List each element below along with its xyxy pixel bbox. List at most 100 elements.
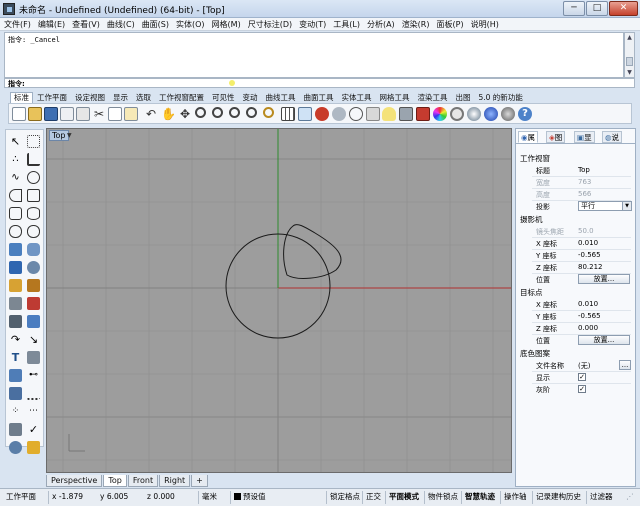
array-icon[interactable] <box>27 351 40 364</box>
tab-top[interactable]: Top <box>103 475 127 487</box>
top-viewport[interactable]: Top ▼ <box>46 128 512 473</box>
history-icon[interactable] <box>9 423 22 436</box>
menu-dimension[interactable]: 尺寸标注(D) <box>244 18 295 31</box>
undo-icon[interactable]: ↶ <box>144 107 158 121</box>
toggle-grid-snap[interactable]: 锁定格点 <box>326 491 360 504</box>
trim-icon[interactable]: ↷ <box>9 333 22 346</box>
split-icon[interactable]: ↘ <box>27 333 40 346</box>
tab-solid-tools[interactable]: 实体工具 <box>338 92 376 103</box>
tab-render-tools[interactable]: 渲染工具 <box>414 92 452 103</box>
tab-display[interactable]: 显示 <box>109 92 132 103</box>
menu-panels[interactable]: 面板(P) <box>433 18 467 31</box>
menu-surface[interactable]: 曲面(S) <box>138 18 172 31</box>
menu-help[interactable]: 说明(H) <box>467 18 502 31</box>
target-z-value[interactable]: 0.000 <box>578 324 598 332</box>
block-icon[interactable] <box>9 387 22 400</box>
toggle-filter[interactable]: 过滤器 <box>586 491 613 504</box>
tab-layers[interactable]: ◈图 <box>546 131 566 143</box>
command-history-scrollbar[interactable]: ▲ ▼ <box>624 32 635 78</box>
extrude-icon[interactable] <box>9 279 22 292</box>
toggle-osnap[interactable]: 物件锁点 <box>424 491 458 504</box>
tab-transform[interactable]: 变动 <box>239 92 262 103</box>
paste-icon[interactable] <box>124 107 138 121</box>
tab-front[interactable]: Front <box>127 475 159 487</box>
rotate-view-icon[interactable]: ✥ <box>178 107 192 121</box>
four-viewports-icon[interactable] <box>298 107 312 121</box>
fillet-curves-icon[interactable] <box>27 225 40 238</box>
viewport-menu-chevron-down-icon[interactable]: ▼ <box>67 132 72 139</box>
mesh-icon[interactable] <box>9 297 22 310</box>
move-icon[interactable] <box>27 315 40 328</box>
maximize-button[interactable]: □ <box>586 1 608 16</box>
tab-set-view[interactable]: 设定视图 <box>71 92 109 103</box>
render-sphere-icon[interactable] <box>450 107 464 121</box>
surface-icon[interactable] <box>9 243 22 256</box>
ellipse-icon[interactable] <box>27 207 40 220</box>
menu-curve[interactable]: 曲线(C) <box>103 18 138 31</box>
paint-bucket-icon[interactable] <box>27 441 40 454</box>
toggle-planar[interactable]: 平面模式 <box>385 491 419 504</box>
zoom-window-icon[interactable] <box>212 107 223 118</box>
point-icon[interactable]: ∴ <box>9 153 22 166</box>
scroll-down-arrow-icon[interactable]: ▼ <box>626 69 633 76</box>
menu-analyze[interactable]: 分析(A) <box>363 18 398 31</box>
tab-standard[interactable]: 标准 <box>10 92 33 103</box>
zoom-extents-icon[interactable] <box>229 107 240 118</box>
cut-icon[interactable]: ✂ <box>92 107 106 121</box>
target-x-value[interactable]: 0.010 <box>578 300 598 308</box>
command-input[interactable] <box>35 80 625 87</box>
material-sphere-icon[interactable] <box>467 107 481 121</box>
toggle-ortho[interactable]: 正交 <box>362 491 381 504</box>
tab-display[interactable]: ▣显 <box>574 131 595 143</box>
layer-icon[interactable] <box>416 107 430 121</box>
lock-icon[interactable] <box>399 107 413 121</box>
viewport-title-label[interactable]: Top <box>49 130 69 141</box>
select-window-icon[interactable] <box>27 135 40 148</box>
zoom-icon[interactable] <box>195 107 206 118</box>
resize-grip-icon[interactable]: ⋰ <box>626 491 634 504</box>
toggle-smarttrack[interactable]: 智慧轨迹 <box>461 491 495 504</box>
zoom-selected-icon[interactable] <box>246 107 257 118</box>
print-icon[interactable] <box>60 107 74 121</box>
target-y-value[interactable]: -0.565 <box>578 312 601 320</box>
render-tool-icon[interactable] <box>9 441 22 454</box>
text-icon[interactable]: T <box>9 351 22 364</box>
curve-icon[interactable]: ∿ <box>9 171 22 184</box>
menu-solid[interactable]: 实体(O) <box>172 18 208 31</box>
cylinder-solid-icon[interactable] <box>27 261 40 274</box>
status-cplane[interactable]: 工作平面 <box>6 491 36 504</box>
tab-new-in-v5[interactable]: 5.0 的新功能 <box>475 92 527 103</box>
viewport-layout-icon[interactable] <box>281 107 295 121</box>
tab-viewport-layout[interactable]: 工作视窗配置 <box>155 92 208 103</box>
camera-x-value[interactable]: 0.010 <box>578 239 598 247</box>
status-layer[interactable]: 预设值 <box>230 491 266 504</box>
boolean-icon[interactable] <box>27 279 40 292</box>
car-render-icon[interactable] <box>315 107 329 121</box>
light-icon[interactable] <box>9 315 22 328</box>
properties-sheet-icon[interactable] <box>76 107 90 121</box>
save-icon[interactable] <box>44 107 58 121</box>
grid-dots-icon[interactable]: ⁘ <box>9 405 22 418</box>
analyze-icon[interactable] <box>349 107 363 121</box>
polygon-icon[interactable] <box>9 207 22 220</box>
curve-from-objects-icon[interactable] <box>9 225 22 238</box>
polyline-icon[interactable] <box>27 153 40 166</box>
toggle-gumball[interactable]: 操作轴 <box>500 491 527 504</box>
hatch-icon[interactable] <box>27 387 40 400</box>
minimize-button[interactable]: ─ <box>563 1 585 16</box>
group-icon[interactable] <box>9 369 22 382</box>
tab-visibility[interactable]: 可见性 <box>208 92 239 103</box>
scroll-thumb[interactable] <box>626 57 633 66</box>
projection-dropdown[interactable]: 平行 ▼ <box>578 201 632 211</box>
help-icon[interactable]: ? <box>518 107 532 121</box>
camera-z-value[interactable]: 80.212 <box>578 263 603 271</box>
camera-place-button[interactable]: 放置... <box>578 274 630 284</box>
select-arrow-icon[interactable]: ↖ <box>9 135 22 148</box>
arc-icon[interactable] <box>9 189 22 202</box>
tab-help[interactable]: ◍说 <box>602 131 623 143</box>
menu-transform[interactable]: 变动(T) <box>295 18 329 31</box>
target-place-button[interactable]: 放置... <box>578 335 630 345</box>
rhino-app-icon[interactable] <box>3 3 15 15</box>
tab-perspective[interactable]: Perspective <box>46 475 103 487</box>
tab-curve-tools[interactable]: 曲线工具 <box>262 92 300 103</box>
